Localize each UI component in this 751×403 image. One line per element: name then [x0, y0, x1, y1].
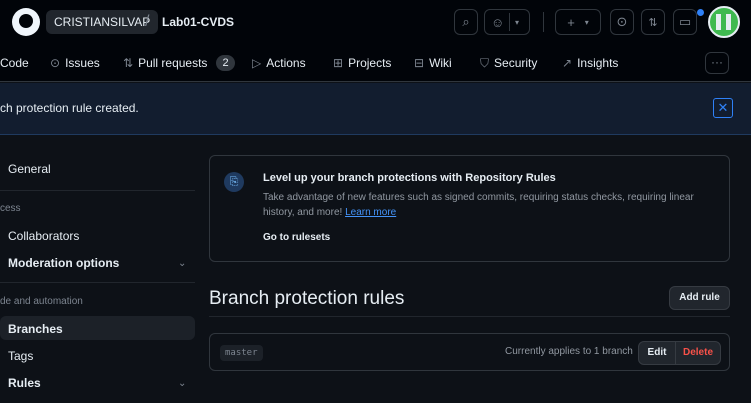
sidebar-heading-code-automation: de and automation — [0, 296, 83, 307]
add-rule-button[interactable]: Add rule — [669, 286, 730, 310]
create-new-button[interactable]: + ▾ — [555, 9, 601, 35]
chevron-down-icon: ▾ — [515, 17, 520, 27]
owner-link[interactable]: CRISTIANSILVAP — [46, 10, 159, 34]
learn-more-link[interactable]: Learn more — [345, 207, 396, 218]
pull-request-icon: ⇅ — [648, 16, 658, 29]
github-logo-icon[interactable] — [12, 8, 40, 36]
rule-actions: Edit Delete — [638, 341, 721, 365]
edit-button[interactable]: Edit — [639, 342, 676, 364]
tab-label: Issues — [65, 56, 100, 70]
pull-request-icon: ⇅ — [123, 56, 134, 70]
graph-icon: ↗ — [562, 56, 573, 70]
sidebar-item-branches[interactable]: Branches — [8, 322, 63, 336]
notification-indicator — [697, 9, 704, 16]
promo-title: Level up your branch protections with Re… — [263, 172, 556, 184]
tab-pull-requests[interactable]: ⇅ Pull requests 2 — [123, 54, 235, 72]
branch-name[interactable]: master — [220, 345, 263, 361]
tab-label: Wiki — [429, 56, 452, 70]
divider — [509, 13, 510, 31]
copilot-icon: ☺ — [491, 14, 505, 30]
tab-issues[interactable]: ⊙ Issues — [50, 54, 100, 72]
copilot-button[interactable]: ☺ ▾ — [484, 9, 530, 35]
global-header: CRISTIANSILVAP / Lab01-CVDS ⌕ ☺ ▾ + ▾ ⊙ … — [0, 0, 751, 44]
search-button[interactable]: ⌕ — [454, 9, 478, 35]
repo-nav: Code ⊙ Issues ⇅ Pull requests 2 ▷ Action… — [0, 44, 751, 82]
chevron-down-icon: ▾ — [584, 17, 589, 27]
tab-label: Insights — [577, 56, 619, 70]
tab-label: Actions — [266, 56, 306, 70]
inbox-icon: ▭ — [678, 14, 692, 29]
more-tabs-button[interactable]: ··· — [705, 52, 729, 74]
rulesets-promo-card: ⎘ Level up your branch protections with … — [209, 155, 730, 262]
go-to-rulesets-link[interactable]: Go to rulesets — [263, 232, 330, 243]
flash-message: ch protection rule created. — [0, 101, 139, 115]
divider — [0, 282, 195, 283]
tab-wiki[interactable]: ⊟ Wiki — [414, 54, 452, 72]
book-icon: ⊟ — [414, 56, 425, 70]
applies-text: Currently applies to 1 branch — [505, 346, 633, 357]
inbox-button[interactable]: ▭ — [673, 9, 697, 35]
tab-security[interactable]: ⛉ Security — [480, 54, 537, 72]
tab-label: Pull requests — [138, 56, 208, 70]
issue-icon: ⊙ — [50, 56, 61, 70]
issues-button[interactable]: ⊙ — [610, 9, 634, 35]
sidebar-item-collaborators[interactable]: Collaborators — [8, 229, 79, 243]
chevron-down-icon[interactable]: ⌄ — [178, 258, 186, 269]
tab-code[interactable]: Code — [0, 54, 29, 72]
delete-button[interactable]: Delete — [676, 342, 720, 364]
flash-banner: ch protection rule created. ✕ — [0, 83, 751, 135]
pull-requests-button[interactable]: ⇅ — [641, 9, 665, 35]
breadcrumb-separator: / — [145, 13, 150, 30]
table-icon: ⊞ — [333, 56, 344, 70]
chevron-down-icon[interactable]: ⌄ — [178, 378, 186, 389]
ruleset-icon: ⎘ — [224, 172, 244, 192]
close-icon[interactable]: ✕ — [713, 98, 733, 118]
tab-insights[interactable]: ↗ Insights — [562, 54, 618, 72]
branch-rule-row: master Currently applies to 1 branch Edi… — [209, 333, 730, 371]
tab-actions[interactable]: ▷ Actions — [252, 54, 306, 72]
tab-projects[interactable]: ⊞ Projects — [333, 54, 391, 72]
search-icon: ⌕ — [462, 14, 470, 29]
repo-link[interactable]: Lab01-CVDS — [162, 10, 234, 34]
sidebar-heading-access: cess — [0, 203, 21, 214]
shield-icon: ⛉ — [480, 56, 490, 70]
divider — [543, 12, 544, 32]
promo-body: Take advantage of new features such as s… — [263, 190, 718, 220]
sidebar-item-tags[interactable]: Tags — [8, 349, 33, 363]
tab-label: Code — [0, 56, 29, 70]
pr-count-badge: 2 — [216, 55, 235, 71]
divider — [209, 316, 730, 317]
page-title: Branch protection rules — [209, 288, 405, 309]
play-icon: ▷ — [252, 56, 262, 70]
divider — [0, 190, 195, 191]
issue-icon: ⊙ — [616, 14, 628, 29]
sidebar-item-moderation-options[interactable]: Moderation options — [8, 256, 119, 270]
sidebar-item-rules[interactable]: Rules — [8, 376, 41, 390]
tab-label: Projects — [348, 56, 392, 70]
plus-icon: + — [567, 14, 575, 30]
tab-label: Security — [494, 56, 538, 70]
avatar[interactable] — [708, 6, 740, 38]
sidebar-item-general[interactable]: General — [8, 162, 51, 176]
promo-text: Take advantage of new features such as s… — [263, 192, 694, 218]
